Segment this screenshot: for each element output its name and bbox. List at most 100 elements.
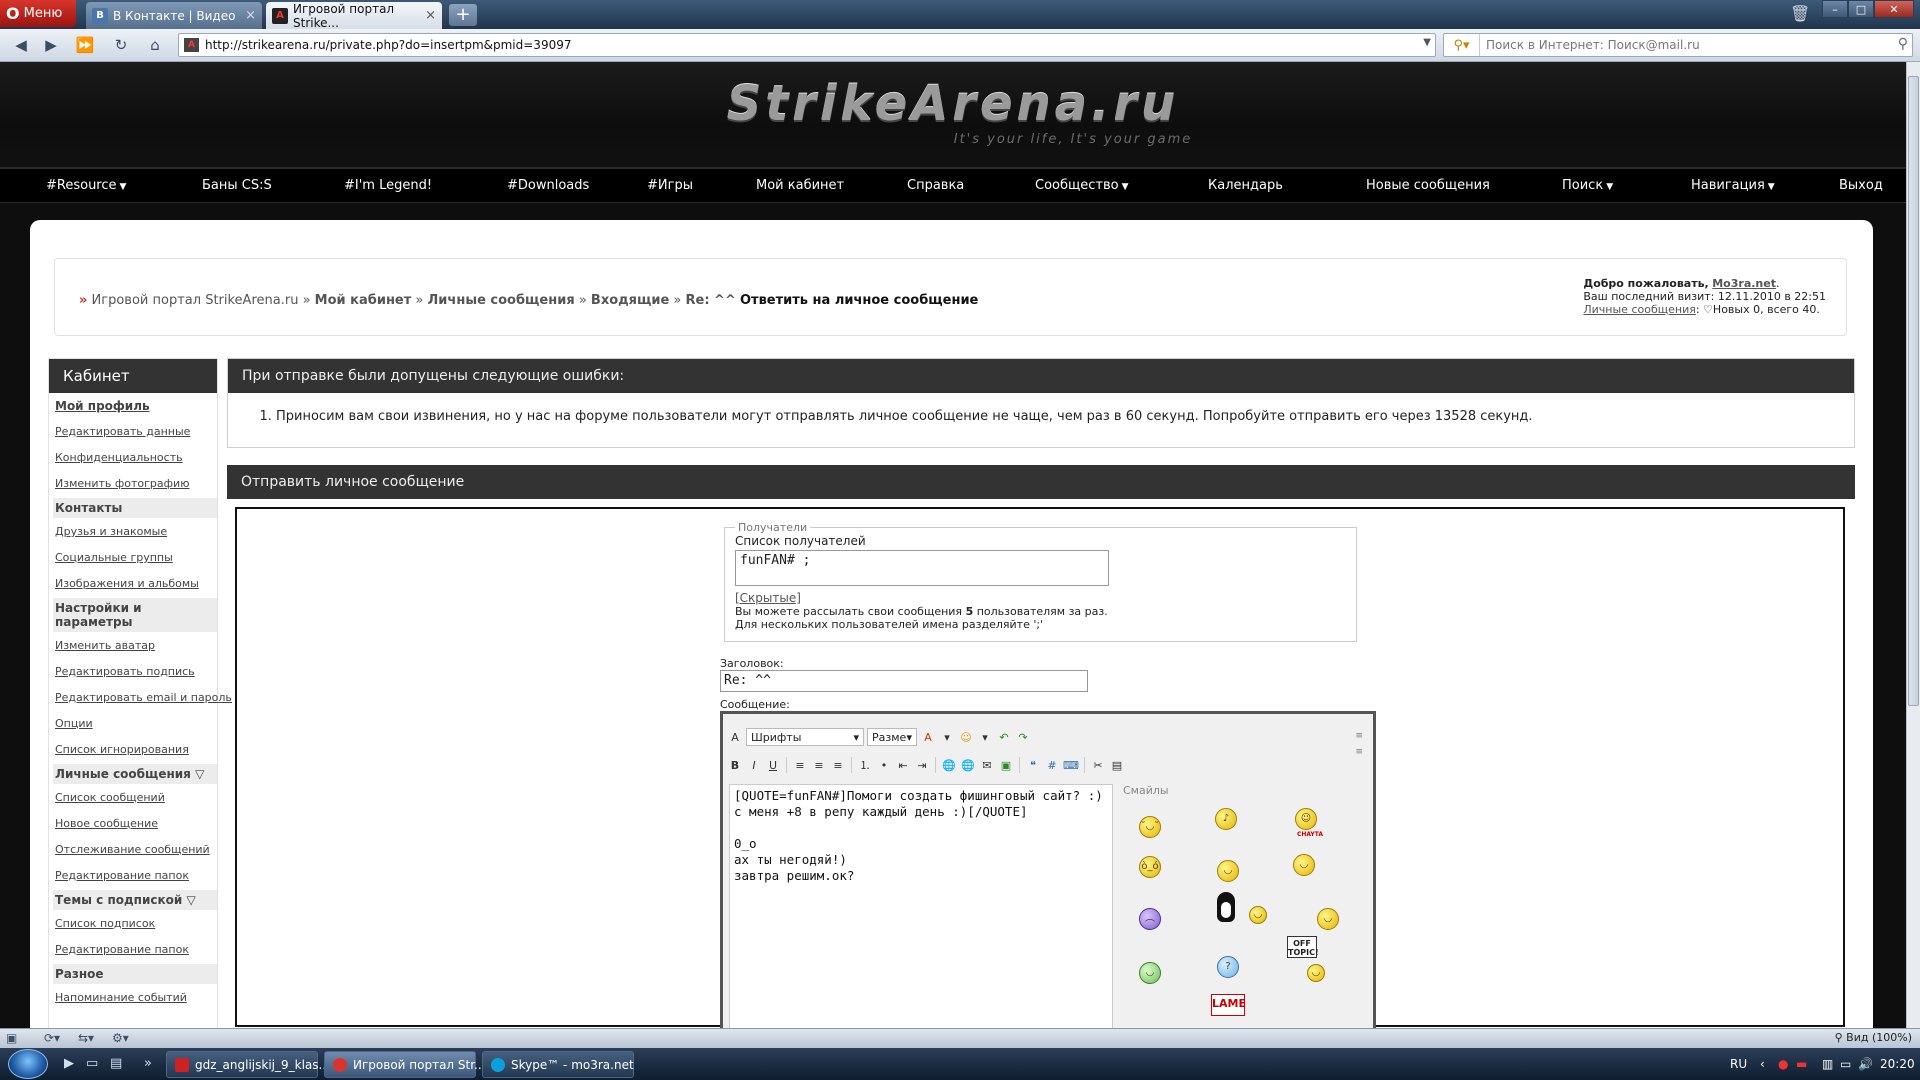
sidebar-item-my-profile[interactable]: Мой профиль <box>53 393 217 419</box>
taskbar-button-opera[interactable]: Игровой портал Str... <box>324 1051 486 1078</box>
sidebar-item-ignore-list[interactable]: Список игнорирования <box>53 737 217 763</box>
offtopic-sign[interactable]: OFF TOPIC! <box>1287 936 1319 958</box>
smilie-icon[interactable]: ò_ó <box>1139 856 1161 878</box>
menu-item-cabinet[interactable]: Мой кабинет <box>756 169 844 203</box>
text-color-icon[interactable]: A <box>920 729 936 745</box>
settings-icon[interactable]: ⚙▾ <box>112 1031 129 1045</box>
home-icon[interactable]: ⌂ <box>142 33 168 57</box>
taskbar-button-document[interactable]: gdz_anglijskij_9_klas... <box>166 1051 330 1078</box>
smilie-guitar-icon[interactable]: ♪ <box>1215 808 1237 830</box>
monitor-tray-icon[interactable]: ▭ <box>1840 1057 1851 1071</box>
size-select[interactable]: Разме ▾ <box>867 728 917 746</box>
preview-icon[interactable]: ▤ <box>1109 757 1125 773</box>
breadcrumb-item[interactable]: Мой кабинет <box>315 293 412 308</box>
sidebar-item-edit-email-password[interactable]: Редактировать email и пароль <box>53 685 232 711</box>
php-icon[interactable]: ⌨ <box>1063 757 1079 773</box>
underline-icon[interactable]: U <box>765 757 781 773</box>
breadcrumb-home[interactable]: Игровой портал StrikeArena.ru <box>92 293 299 308</box>
sidebar-item-privacy[interactable]: Конфиденциальность <box>53 445 217 471</box>
switch-mode-icon[interactable]: A <box>727 729 743 745</box>
quote-icon[interactable]: ❝ <box>1025 757 1041 773</box>
breadcrumb-item[interactable]: Re: ^^ <box>686 293 736 308</box>
menu-item-navigation[interactable]: Навигация ▼ <box>1691 169 1775 203</box>
image-icon[interactable]: ▣ <box>998 757 1014 773</box>
new-tab-button[interactable]: + <box>449 4 477 26</box>
email-icon[interactable]: ✉ <box>979 757 995 773</box>
opera-tray-icon[interactable]: ● <box>1778 1057 1788 1071</box>
sidebar-section-private-messages[interactable]: Личные сообщения ▽ <box>53 764 217 784</box>
sidebar-section-subscriptions[interactable]: Темы с подпиской ▽ <box>53 890 217 910</box>
tray-expand-icon[interactable]: ‹ <box>1760 1057 1765 1071</box>
menu-item-legend[interactable]: #I'm Legend! <box>344 169 432 203</box>
panel-toggle-icon[interactable]: ▣ <box>6 1031 17 1045</box>
hidden-recipients-link[interactable]: [Скрытые] <box>735 591 1346 605</box>
reload-icon[interactable]: ↻ <box>108 33 134 57</box>
images-icon[interactable]: ⇆▾ <box>78 1031 94 1045</box>
smilie-confused-icon[interactable]: ? <box>1217 956 1239 978</box>
chevron-down-icon[interactable]: ▾ <box>977 729 993 745</box>
menu-item-new-posts[interactable]: Новые сообщения <box>1366 169 1490 203</box>
recipients-input[interactable]: funFAN# ; <box>735 550 1109 586</box>
breadcrumb-item[interactable]: Входящие <box>591 293 669 308</box>
trash-icon[interactable]: 🗑 <box>1790 4 1810 23</box>
search-engine-icon[interactable]: ⚲▾ <box>1444 34 1480 56</box>
menu-item-community[interactable]: Сообщество ▼ <box>1035 169 1129 203</box>
ordered-list-icon[interactable]: ⒈ <box>857 757 873 773</box>
smilie-icon[interactable]: ˘◡˘ <box>1139 816 1161 838</box>
site-logo[interactable]: StrikeArena.ru <box>0 76 1906 132</box>
font-select[interactable]: Шрифты ▾ <box>746 728 864 746</box>
zoom-control[interactable]: ⚲ Вид (100%) <box>1835 1031 1912 1044</box>
align-center-icon[interactable]: ≡ <box>811 757 827 773</box>
bold-icon[interactable]: B <box>727 757 743 773</box>
sidebar-item-edit-subscription-folders[interactable]: Редактирование папок <box>53 937 217 963</box>
sidebar-item-new-message[interactable]: Новое сообщение <box>53 811 217 837</box>
sidebar-item-change-photo[interactable]: Изменить фотографию <box>53 471 217 497</box>
lame-sign[interactable]: LAME <box>1211 994 1246 1016</box>
smilie-rose-icon[interactable]: ◡ <box>1293 854 1315 876</box>
sidebar-item-event-reminders[interactable]: Напоминание событий <box>53 985 217 1011</box>
smilie-grin-icon[interactable]: ◡ <box>1139 962 1161 984</box>
explorer-icon[interactable]: ▤ <box>110 1056 122 1071</box>
quick-launch-more-icon[interactable]: » <box>144 1056 152 1071</box>
minimize-button[interactable]: – <box>1822 0 1848 18</box>
menu-item-help[interactable]: Справка <box>907 169 964 203</box>
editor-resize-controls[interactable]: ≡ ≡ <box>1355 728 1363 760</box>
code-icon[interactable]: # <box>1044 757 1060 773</box>
smilie-menu-icon[interactable]: ☺ <box>958 729 974 745</box>
smilie-sign-holder-icon[interactable]: ◡ <box>1307 964 1325 982</box>
smilie-wave-icon[interactable]: ◡ <box>1249 906 1267 924</box>
sidebar-item-edit-signature[interactable]: Редактировать подпись <box>53 659 217 685</box>
opera-menu-button[interactable]: O Меню <box>0 0 76 27</box>
align-left-icon[interactable]: ≡ <box>792 757 808 773</box>
volume-icon[interactable]: 🔊 <box>1858 1057 1873 1071</box>
align-right-icon[interactable]: ≡ <box>830 757 846 773</box>
indent-icon[interactable]: ⇥ <box>914 757 930 773</box>
undo-icon[interactable]: ↶ <box>996 729 1012 745</box>
menu-item-logout[interactable]: Выход <box>1839 169 1883 203</box>
sidebar-item-message-list[interactable]: Список сообщений <box>53 785 217 811</box>
language-indicator[interactable]: RU <box>1730 1057 1747 1071</box>
page-scrollbar[interactable] <box>1906 62 1920 1028</box>
forward-icon[interactable]: ▶ <box>38 33 64 57</box>
chevron-down-icon[interactable]: ▼ <box>1423 37 1431 48</box>
sidebar-item-albums[interactable]: Изображения и альбомы <box>53 571 217 597</box>
smilie-computer-icon[interactable]: ◡ <box>1317 908 1339 930</box>
sidebar-item-edit-folders[interactable]: Редактирование папок <box>53 863 217 889</box>
outdent-icon[interactable]: ⇤ <box>895 757 911 773</box>
close-window-button[interactable]: ✕ <box>1874 0 1914 18</box>
link-icon[interactable]: 🌐 <box>941 757 957 773</box>
private-messages-link[interactable]: Личные сообщения <box>1583 303 1695 316</box>
sidebar-item-options[interactable]: Опции <box>53 711 217 737</box>
italic-icon[interactable]: I <box>746 757 762 773</box>
sidebar-item-track-messages[interactable]: Отслеживание сообщений <box>53 837 217 863</box>
cut-icon[interactable]: ✂ <box>1090 757 1106 773</box>
sidebar-item-change-avatar[interactable]: Изменить аватар <box>53 633 217 659</box>
search-icon[interactable]: ⚲ <box>1898 36 1908 52</box>
taskbar-button-skype[interactable]: Skype™ - mo3ra.net <box>482 1051 634 1078</box>
redo-icon[interactable]: ↷ <box>1015 729 1031 745</box>
sidebar-item-edit-details[interactable]: Редактировать данные <box>53 419 217 445</box>
back-icon[interactable]: ◀ <box>8 33 34 57</box>
search-field[interactable]: ⚲▾ Поиск в Интернет: Поиск@mail.ru ⚲ <box>1443 33 1913 57</box>
menu-item-games[interactable]: #Игры <box>647 169 693 203</box>
menu-item-search[interactable]: Поиск ▼ <box>1562 169 1613 203</box>
